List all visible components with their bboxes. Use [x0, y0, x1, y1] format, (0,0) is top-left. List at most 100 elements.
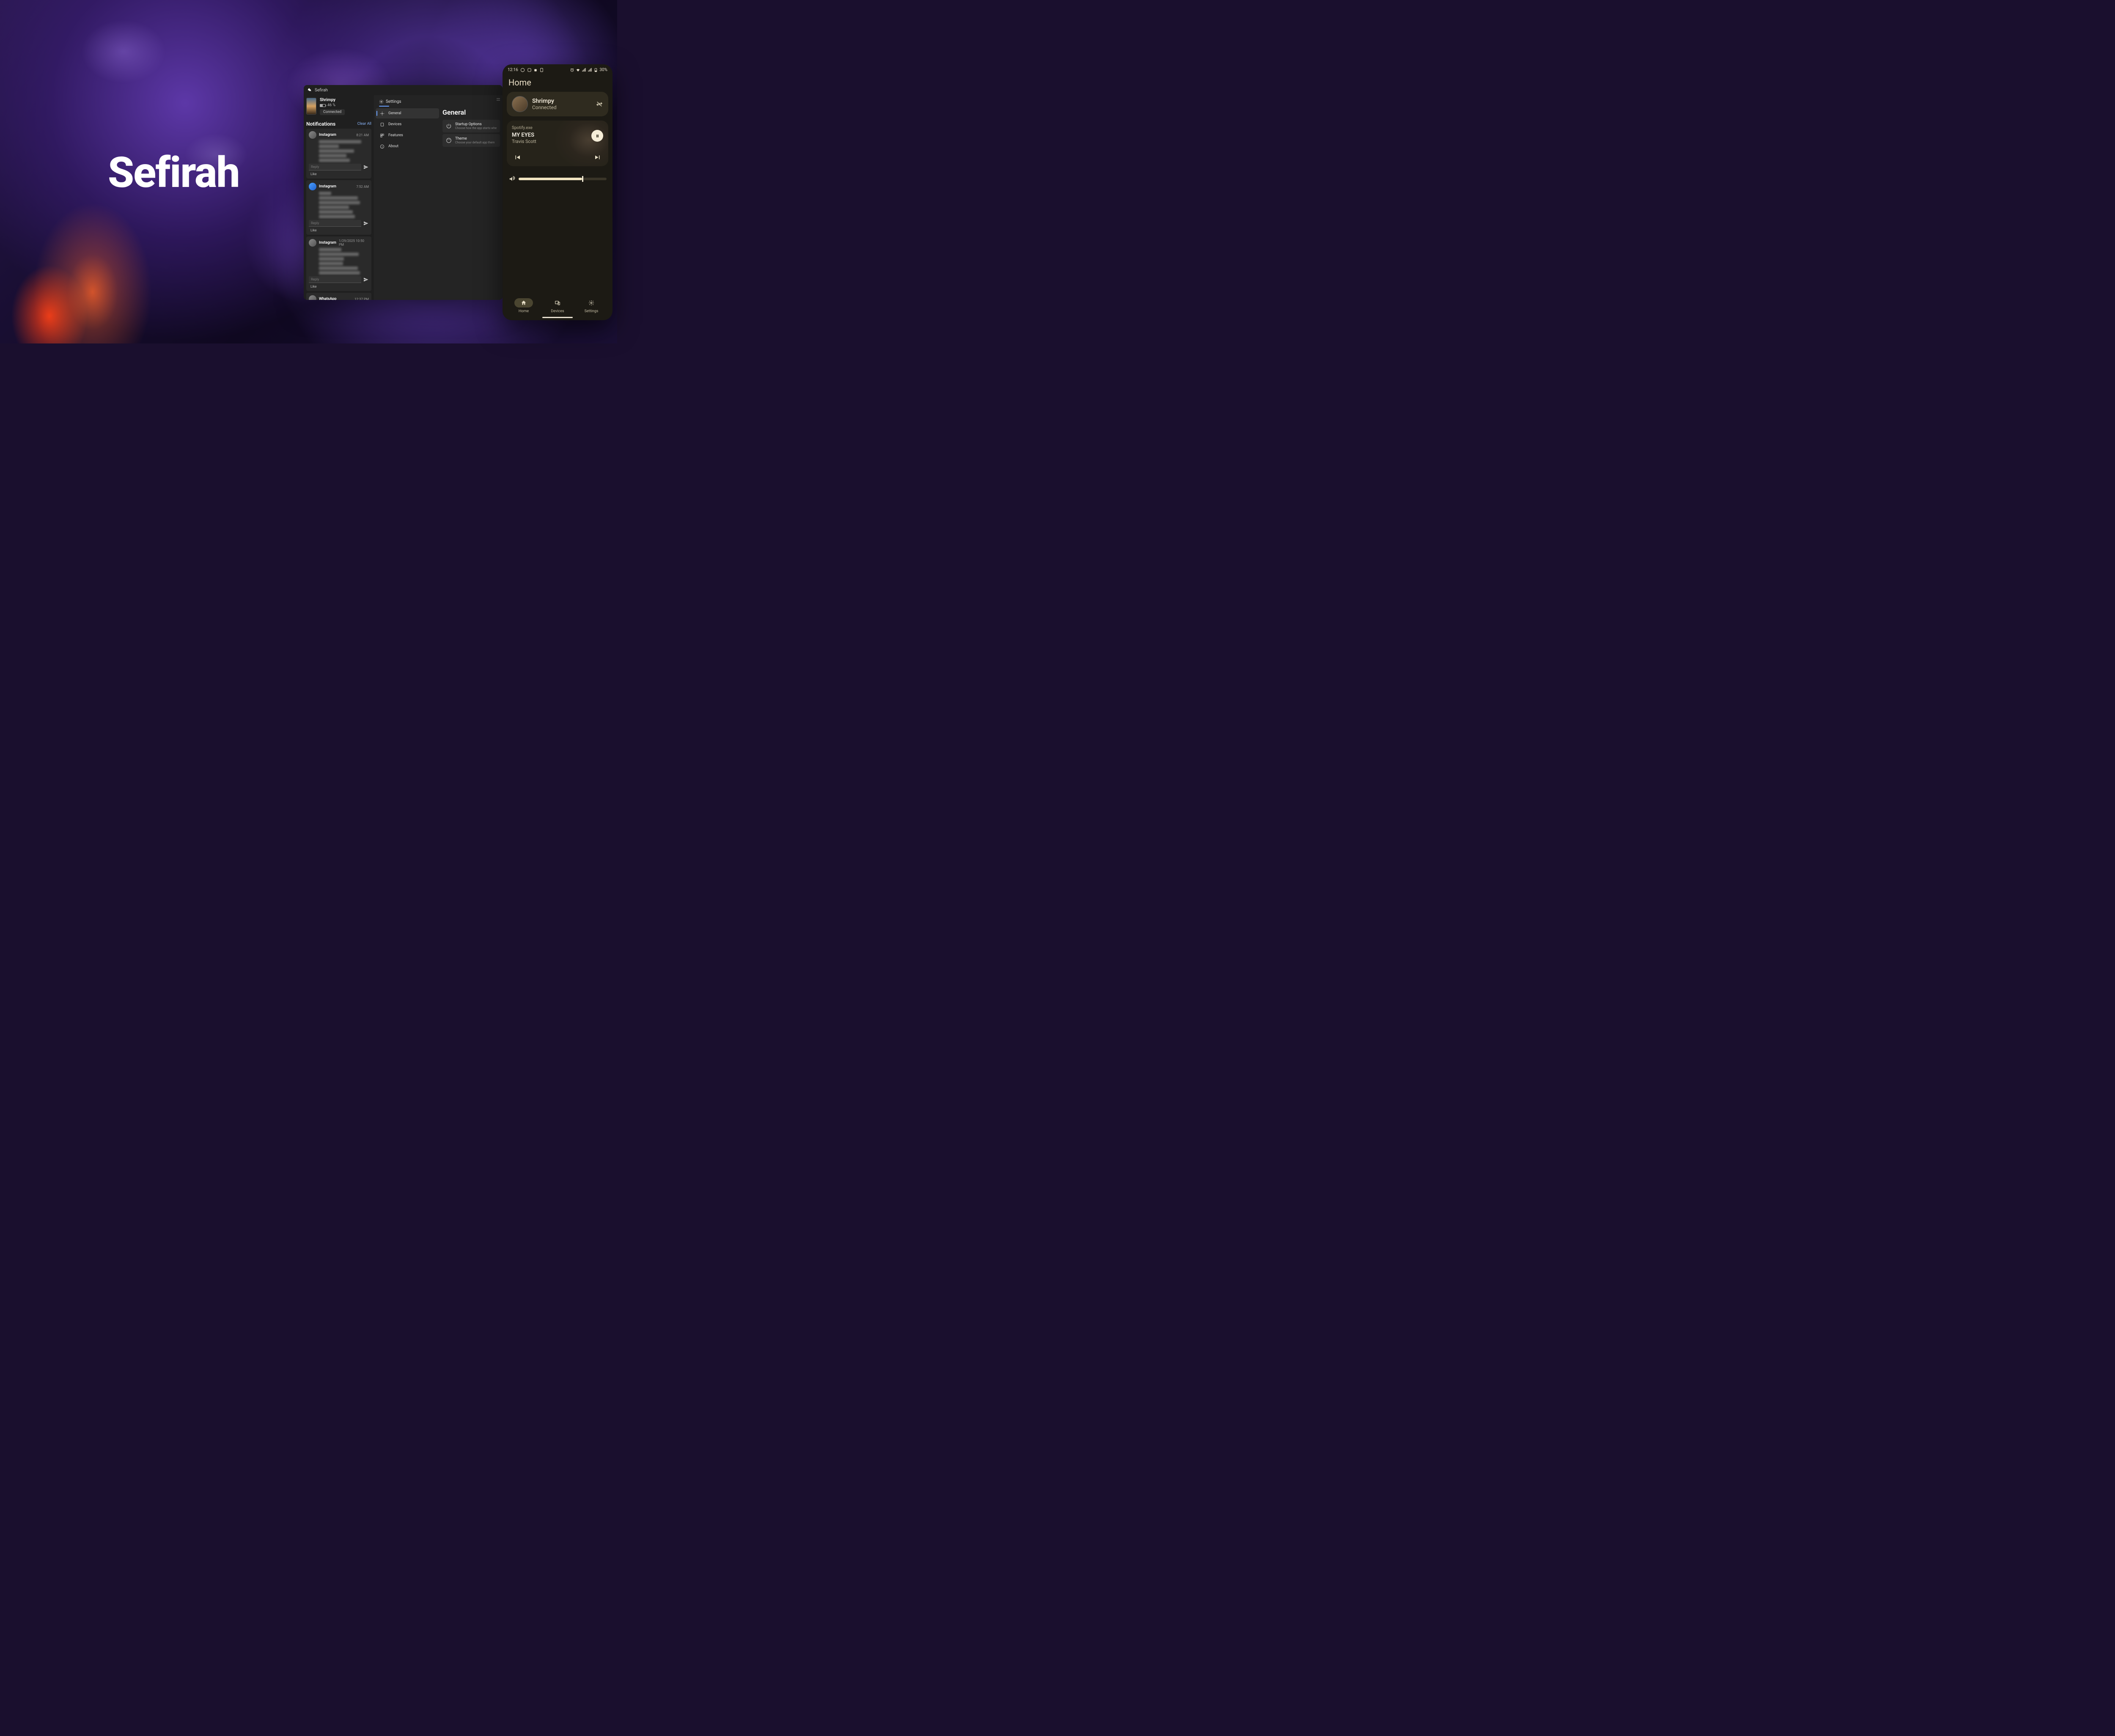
whatsapp-icon: [520, 68, 525, 72]
nav-settings[interactable]: Settings: [582, 298, 601, 313]
setting-row-theme[interactable]: Theme Choose your default app them: [442, 134, 500, 147]
reply-input[interactable]: [309, 164, 361, 170]
notification-avatar: [309, 131, 316, 139]
nav-label: Features: [388, 133, 403, 137]
app-logo-icon: [307, 88, 312, 93]
like-button[interactable]: Like: [310, 285, 369, 288]
skip-previous-icon[interactable]: [514, 154, 521, 161]
battery-icon: [320, 104, 326, 107]
nav-item-devices[interactable]: Devices: [376, 119, 439, 129]
notification-body: [319, 192, 369, 218]
clear-all-button[interactable]: Clear All: [357, 122, 371, 126]
titlebar-app-name: Sefirah: [315, 88, 328, 93]
send-icon[interactable]: [363, 164, 369, 170]
setting-row-startup[interactable]: Startup Options Choose how the app start…: [442, 120, 500, 132]
devices-icon: [380, 122, 385, 127]
notification-avatar: [309, 295, 316, 300]
settings-panel: Settings General Devices F: [374, 95, 503, 300]
volume-thumb[interactable]: [582, 176, 583, 182]
left-panel: Shrimpy 46 % Connected Notifications Cle…: [304, 95, 374, 300]
notifications-heading: Notifications: [306, 121, 335, 127]
connected-device-name: Shrimpy: [532, 98, 591, 104]
notification-card[interactable]: Instagram 7:52 AM L: [306, 180, 371, 235]
phone-mockup: 12:16 30% Home Shrimpy Connected: [503, 64, 613, 320]
notification-card[interactable]: WhatsApp 12:37 PM: [306, 293, 371, 300]
media-player-card[interactable]: Spotify.exe MY EYES Travis Scott: [507, 121, 608, 166]
nav-label: Settings: [585, 309, 599, 313]
gear-icon: [379, 99, 384, 104]
device-avatar: [512, 96, 528, 112]
send-icon[interactable]: [363, 220, 369, 226]
media-artist: Travis Scott: [512, 139, 603, 144]
power-icon: [446, 123, 452, 129]
product-title: Sefirah: [108, 148, 239, 198]
notification-body: [319, 248, 369, 275]
phone-statusbar: 12:16 30%: [503, 64, 613, 74]
notification-time: 12:37 PM: [354, 297, 369, 300]
battery-icon: [593, 68, 598, 72]
info-icon: [380, 144, 385, 149]
sync-disabled-icon[interactable]: [596, 100, 603, 108]
nav-item-about[interactable]: About: [376, 141, 439, 151]
connection-badge: Connected: [320, 109, 345, 115]
setting-title: Startup Options: [455, 122, 497, 126]
notification-time: 7:52 AM: [356, 185, 369, 189]
signal-icon: [582, 68, 586, 72]
notification-card[interactable]: Instagram 8:21 AM Like: [306, 129, 371, 179]
notification-avatar: [309, 183, 316, 190]
status-battery: 30%: [599, 68, 607, 72]
instagram-icon: [527, 68, 532, 72]
notification-app: Instagram: [319, 133, 354, 137]
tab-settings[interactable]: Settings: [375, 98, 406, 106]
phone-bottom-nav: Home Devices Settings: [503, 295, 613, 313]
notification-app: Instagram: [319, 241, 336, 245]
like-button[interactable]: Like: [310, 228, 369, 232]
settings-content: General Startup Options Choose how the a…: [439, 108, 500, 152]
volume-control[interactable]: [507, 176, 608, 182]
gesture-bar[interactable]: [542, 317, 573, 318]
notification-card[interactable]: Instagram 1/29/2025 10:50 PM: [306, 236, 371, 291]
skip-next-icon[interactable]: [594, 154, 602, 161]
titlebar: Sefirah: [304, 85, 503, 95]
battery-percent: 46 %: [327, 103, 335, 107]
device-thumbnail: [306, 98, 316, 115]
volume-icon[interactable]: [508, 176, 515, 182]
signal-icon: [588, 68, 592, 72]
media-app-name: Spotify.exe: [512, 126, 603, 130]
nav-label: Home: [519, 309, 529, 313]
notification-body: [319, 140, 369, 162]
reply-input[interactable]: [309, 276, 361, 283]
notification-app: WhatsApp: [319, 297, 352, 300]
media-track-title: MY EYES: [512, 132, 603, 138]
connected-device-card[interactable]: Shrimpy Connected: [507, 92, 608, 116]
expand-icon[interactable]: [496, 97, 501, 102]
notification-time: 8:21 AM: [356, 133, 369, 137]
volume-slider[interactable]: [519, 178, 607, 180]
nav-devices[interactable]: Devices: [548, 298, 567, 313]
nav-label: General: [388, 111, 401, 115]
setting-subtitle: Choose how the app starts whe: [455, 126, 497, 130]
nav-item-general[interactable]: General: [376, 108, 439, 118]
wifi-icon: [576, 68, 580, 72]
nav-label: Devices: [551, 309, 564, 313]
setting-subtitle: Choose your default app them: [455, 141, 497, 144]
notification-app: Instagram: [319, 184, 354, 189]
send-icon[interactable]: [363, 277, 369, 283]
notification-dot-icon: [534, 69, 537, 72]
palette-icon: [446, 137, 452, 143]
nav-home[interactable]: Home: [514, 298, 533, 313]
pause-icon: [595, 134, 600, 138]
pause-button[interactable]: [591, 130, 603, 142]
notifications-list[interactable]: Instagram 8:21 AM Like: [306, 129, 371, 300]
like-button[interactable]: Like: [310, 172, 369, 176]
reply-input[interactable]: [309, 220, 361, 227]
battery-indicator: 46 %: [320, 103, 371, 107]
tab-label: Settings: [386, 99, 401, 104]
phone-screen-title: Home: [503, 74, 613, 92]
gear-icon: [380, 111, 385, 116]
notification-time: 1/29/2025 10:50 PM: [339, 239, 369, 247]
nav-item-features[interactable]: Features: [376, 130, 439, 140]
device-card[interactable]: Shrimpy 46 % Connected: [306, 97, 371, 118]
app-icon: [539, 68, 544, 72]
setting-title: Theme: [455, 137, 497, 141]
